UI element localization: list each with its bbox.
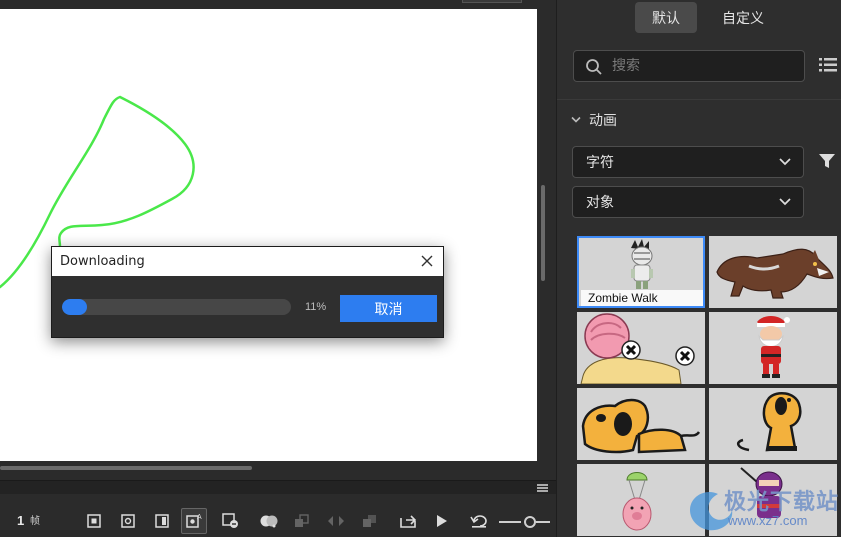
- asset-tile-dog-sitting[interactable]: [709, 388, 837, 460]
- close-icon[interactable]: [419, 253, 435, 269]
- keyframe-filled-icon: [87, 514, 101, 528]
- frame-icon: [155, 514, 169, 528]
- watermark-text: 极光下载站: [724, 490, 840, 515]
- undo-button[interactable]: [466, 508, 492, 534]
- canvas-mini-control[interactable]: [462, 0, 522, 3]
- edit-multiple-frames-button[interactable]: [289, 508, 315, 534]
- asset-tile-santa[interactable]: [709, 312, 837, 384]
- drawn-stroke: [0, 95, 195, 289]
- canvas-toolbar-strip: [0, 0, 556, 9]
- dog-lying-character-icon: [581, 398, 701, 454]
- insert-keyframe-button[interactable]: [81, 508, 107, 534]
- search-icon: [586, 59, 602, 75]
- asset-tile-zombie-walk[interactable]: Zombie Walk: [577, 236, 705, 308]
- stage-canvas[interactable]: [0, 9, 537, 461]
- chevron-down-icon: [571, 116, 581, 123]
- multi-frame-icon: [295, 514, 309, 527]
- onion-skin-button[interactable]: [256, 508, 282, 534]
- play-icon: [437, 515, 447, 527]
- pink-blob-character-icon: [580, 313, 695, 384]
- timeline-header: [0, 480, 556, 494]
- current-frame-number: 1: [17, 513, 25, 528]
- create-tween-button[interactable]: [323, 508, 349, 534]
- auto-keyframe-button[interactable]: A: [181, 508, 207, 534]
- search-box: [573, 50, 805, 82]
- section-header-animation[interactable]: 动画: [571, 110, 617, 130]
- insert-frame-button[interactable]: [149, 508, 175, 534]
- export-arrow-icon: [400, 515, 417, 528]
- auto-keyframe-icon: A: [186, 514, 202, 528]
- insert-blank-keyframe-button[interactable]: [115, 508, 141, 534]
- undo-icon: [470, 515, 487, 528]
- santa-character-icon: [757, 316, 790, 378]
- chevron-down-icon: [779, 158, 791, 166]
- cancel-button[interactable]: 取消: [340, 295, 437, 322]
- asset-tile-dog-lying[interactable]: [577, 388, 705, 460]
- tab-default[interactable]: 默认: [635, 2, 697, 33]
- asset-tile-pink-blob[interactable]: [577, 312, 705, 384]
- frame-unit-label: 帧: [30, 516, 40, 527]
- canvas-horizontal-scroll-track: [0, 461, 537, 480]
- download-dialog: Downloading 11% 取消: [51, 246, 444, 338]
- download-progress-bar: [62, 299, 291, 315]
- tween-arrows-icon: [328, 516, 344, 526]
- svg-text:A: A: [197, 514, 202, 521]
- download-progress-fill: [62, 299, 88, 315]
- canvas-horizontal-scrollbar[interactable]: [0, 466, 252, 470]
- category-dropdown-value: 字符: [586, 155, 614, 171]
- app-window: 1 帧 A 默认 自定义 搜索 动画 字符 对象 Zombie Walk 极光下…: [0, 0, 841, 537]
- insert-classic-tween-button[interactable]: [357, 508, 383, 534]
- play-button[interactable]: [429, 508, 455, 534]
- dialog-title: Downloading: [52, 247, 443, 276]
- onion-skin-icon: [260, 515, 278, 528]
- dog-sitting-character-icon: [736, 391, 802, 452]
- zoom-slider-knob[interactable]: [524, 516, 536, 528]
- download-progress-text: 11%: [305, 301, 327, 313]
- zoom-slider-track: [499, 521, 521, 523]
- keyframe-blank-icon: [121, 514, 135, 528]
- assets-panel: 默认 自定义 动画 字符 对象: [556, 0, 841, 537]
- filter-icon[interactable]: [819, 153, 835, 169]
- search-input[interactable]: [612, 57, 792, 75]
- tab-custom[interactable]: 自定义: [712, 2, 774, 33]
- list-view-icon[interactable]: [819, 57, 837, 73]
- canvas-area: [0, 0, 556, 480]
- category-dropdown[interactable]: 字符: [572, 146, 804, 178]
- loop-playback-button[interactable]: [395, 508, 421, 534]
- timeline-menu-icon[interactable]: [537, 484, 548, 492]
- chevron-down-icon: [779, 198, 791, 206]
- zoom-slider-track-right: [536, 521, 550, 523]
- remove-frame-icon: [222, 513, 238, 528]
- werewolf-character-icon: [716, 248, 834, 299]
- panel-divider: [557, 99, 841, 100]
- timeline-toolbar: 1 帧 A: [0, 494, 556, 537]
- remove-frame-button[interactable]: [218, 508, 244, 534]
- canvas-vertical-scrollbar[interactable]: [541, 185, 545, 281]
- asset-tile-werewolf[interactable]: [709, 236, 837, 308]
- type-dropdown-value: 对象: [586, 195, 614, 211]
- asset-tile-label: Zombie Walk: [581, 290, 703, 306]
- type-dropdown[interactable]: 对象: [572, 186, 804, 218]
- watermark-url: www.xz7.com: [728, 513, 808, 528]
- classic-tween-icon: [363, 515, 376, 527]
- section-title: 动画: [589, 113, 617, 129]
